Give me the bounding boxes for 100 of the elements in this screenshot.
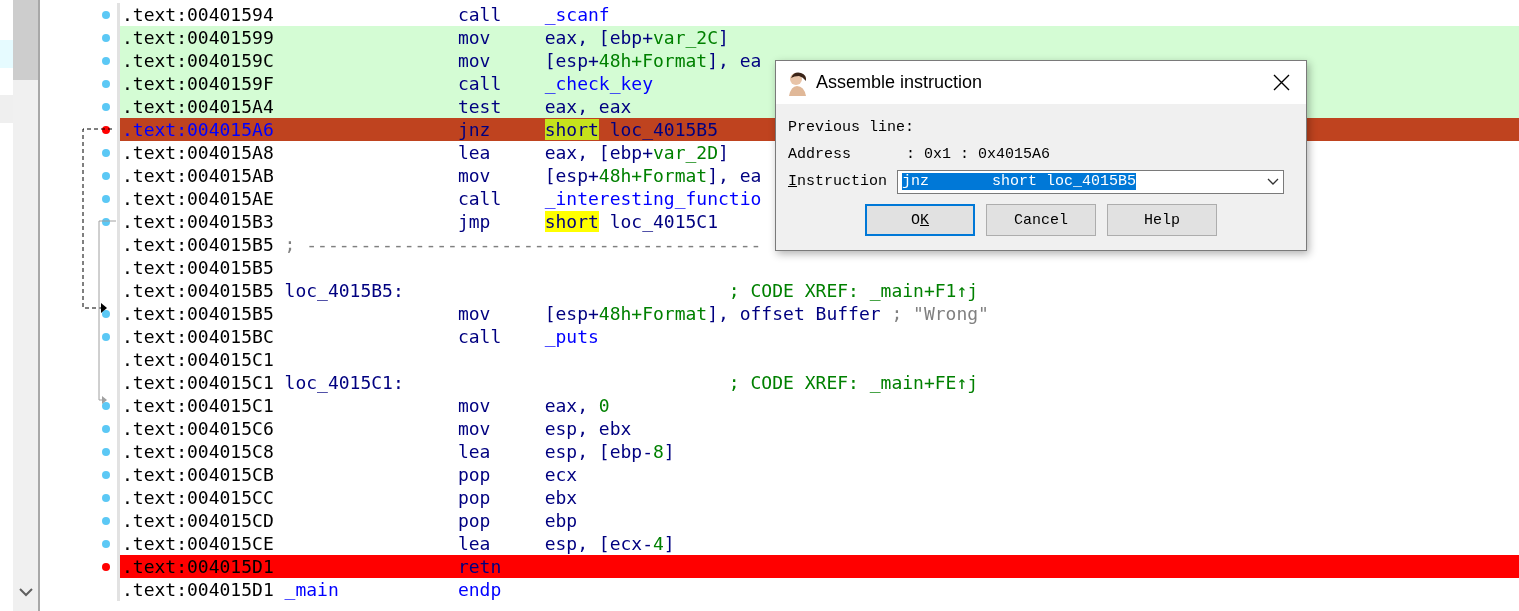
dialog-title: Assemble instruction	[816, 72, 983, 93]
mnemonic: pop	[457, 464, 491, 485]
address: .text:004015D1	[122, 556, 275, 577]
breakpoint-dot[interactable]	[102, 217, 110, 226]
breakpoint-dot[interactable]	[102, 102, 110, 111]
mnemonic: call	[457, 73, 502, 94]
operand: loc_4015B5	[608, 119, 719, 140]
mnemonic: lea	[457, 142, 491, 163]
operand: 0	[598, 395, 610, 416]
mnemonic: retn	[457, 556, 502, 577]
breakpoint-dot[interactable]	[102, 470, 110, 479]
label: loc_4015B5:	[284, 280, 404, 301]
scroll-down-icon[interactable]	[18, 588, 33, 597]
breakpoint-dot[interactable]	[102, 194, 110, 203]
mnemonic: call	[457, 326, 502, 347]
operand: ], offset Buffer	[707, 303, 881, 324]
operand: short	[544, 211, 599, 232]
breakpoint-dot[interactable]	[102, 309, 110, 318]
address: .text:0040159C	[122, 50, 275, 71]
operand: ], ea	[707, 165, 762, 186]
operand: _check_key	[544, 73, 653, 94]
operand: 48h+Format	[598, 165, 708, 186]
operand: var_2D	[653, 142, 719, 163]
mnemonic: mov	[457, 165, 491, 186]
operand: [esp+	[544, 165, 599, 186]
breakpoint-dot[interactable]	[102, 10, 110, 19]
breakpoint-dot[interactable]	[102, 33, 110, 42]
field-label: Previous line:	[788, 119, 915, 136]
mnemonic: mov	[457, 418, 491, 439]
operand: loc_4015C1	[608, 211, 719, 232]
dialog-button[interactable]: OK	[865, 204, 975, 236]
address: .text:004015A6	[122, 119, 275, 140]
address: .text:004015A4	[122, 96, 275, 117]
breakpoint-dot[interactable]	[102, 332, 110, 341]
breakpoint-dot[interactable]	[102, 125, 110, 134]
operand: ]	[663, 441, 675, 462]
operand: eax,	[544, 395, 589, 416]
breakpoint-dot[interactable]	[102, 516, 110, 525]
operand: esp, [ebp-	[544, 441, 653, 462]
breakpoint-dot[interactable]	[102, 424, 110, 433]
operand: 48h+Format	[598, 50, 708, 71]
operand: [esp+	[544, 50, 599, 71]
dialog-button[interactable]: Cancel	[986, 204, 1096, 236]
mnemonic: pop	[457, 510, 491, 531]
mnemonic: call	[457, 4, 502, 25]
address: .text:004015C6	[122, 418, 275, 439]
separator-comment: ; ------------------------------------------	[284, 234, 762, 255]
scrollbar[interactable]	[13, 0, 40, 611]
operand: ]	[663, 533, 675, 554]
operand: ebx	[544, 487, 578, 508]
instruction-combobox[interactable]: jnz short loc_4015B5	[897, 169, 1284, 194]
breakpoint-dot[interactable]	[102, 493, 110, 502]
breakpoint-dot[interactable]	[102, 562, 110, 571]
mnemonic: call	[457, 188, 502, 209]
breakpoint-dot[interactable]	[102, 447, 110, 456]
address: .text:004015AE	[122, 188, 275, 209]
address: .text:004015B5	[122, 257, 275, 278]
operand: ]	[718, 142, 729, 163]
operand: esp, [ecx-	[544, 533, 653, 554]
operand: [esp+	[544, 303, 599, 324]
operand: 8	[653, 441, 664, 462]
operand: ]	[718, 27, 729, 48]
mnemonic: mov	[457, 50, 491, 71]
address: .text:004015D1	[122, 579, 275, 600]
address: .text:004015C8	[122, 441, 275, 462]
operand: var_2C	[653, 27, 719, 48]
operand: ], ea	[707, 50, 762, 71]
address: .text:0040159F	[122, 73, 275, 94]
comment: ; "Wrong"	[891, 303, 989, 324]
mnemonic: lea	[457, 441, 491, 462]
breakpoint-dot[interactable]	[102, 148, 110, 157]
address: .text:004015C1	[122, 395, 275, 416]
dialog-button[interactable]: Help	[1107, 204, 1217, 236]
breakpoint-dot[interactable]	[102, 401, 110, 410]
close-icon[interactable]	[1273, 74, 1290, 91]
directive: endp	[457, 579, 502, 600]
field-label: Address	[788, 146, 852, 163]
scrollbar-thumb[interactable]	[13, 0, 38, 80]
label: _main	[284, 579, 339, 600]
address: .text:004015CC	[122, 487, 275, 508]
address-value: : 0x1 : 0x4015A6	[905, 146, 1051, 163]
mnemonic: jmp	[457, 211, 491, 232]
address: .text:004015B5	[122, 303, 275, 324]
mnemonic: lea	[457, 533, 491, 554]
address: .text:00401594	[122, 4, 275, 25]
breakpoint-dot[interactable]	[102, 171, 110, 180]
address: .text:004015CB	[122, 464, 275, 485]
operand: _scanf	[544, 4, 610, 25]
operand: _interesting_functio	[544, 188, 762, 209]
breakpoint-dot[interactable]	[102, 79, 110, 88]
breakpoint-dot[interactable]	[102, 56, 110, 65]
address: .text:00401599	[122, 27, 275, 48]
caret-icon[interactable]	[1267, 178, 1279, 185]
comment: ; CODE XREF: _main+FE↑j	[728, 372, 979, 393]
breakpoint-dot[interactable]	[102, 539, 110, 548]
mnemonic: mov	[457, 27, 491, 48]
address: .text:004015AB	[122, 165, 275, 186]
sidebar-item	[0, 40, 13, 68]
address: .text:004015BC	[122, 326, 275, 347]
mnemonic: pop	[457, 487, 491, 508]
